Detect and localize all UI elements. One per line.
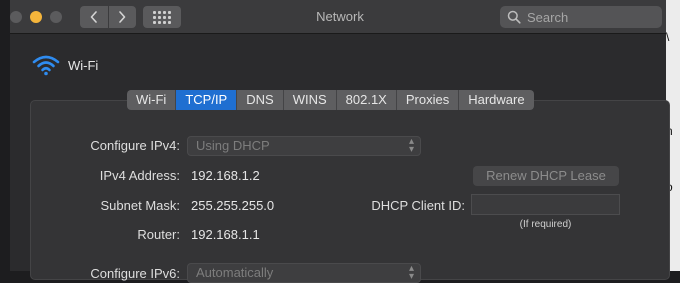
search-placeholder: Search (527, 9, 569, 25)
show-all-button[interactable] (143, 6, 181, 28)
background-glyph: \ (666, 30, 670, 44)
configure-ipv6-label: Configure IPv6: (90, 266, 180, 281)
dhcp-client-id-hint: (If required) (519, 219, 572, 230)
configure-ipv4-label: Configure IPv4: (90, 138, 180, 153)
tab-dns[interactable]: DNS (236, 90, 282, 110)
dhcp-client-id-input[interactable] (471, 194, 620, 215)
interface-header: Wi-Fi (32, 54, 98, 76)
search-field[interactable]: Search (500, 6, 662, 28)
subnet-mask-label: Subnet Mask: (100, 198, 181, 213)
wifi-icon (32, 55, 60, 76)
title-bar: Network Search (10, 0, 666, 34)
router-label: Router: (137, 227, 180, 242)
close-window-button[interactable] (10, 11, 22, 23)
router-value: 192.168.1.1 (191, 227, 260, 242)
configure-ipv4-select[interactable]: Using DHCP ▴ ▾ (187, 136, 421, 156)
minimize-window-button[interactable] (30, 11, 42, 23)
tab-tcpip[interactable]: TCP/IP (175, 90, 237, 110)
tab-bar: Wi-Fi TCP/IP DNS WINS 802.1X Proxies Har… (127, 90, 534, 110)
up-down-chevron-icon: ▴ ▾ (408, 263, 414, 282)
tab-hardware[interactable]: Hardware (458, 90, 533, 110)
tab-8021x[interactable]: 802.1X (335, 90, 396, 110)
dhcp-client-id-label: DHCP Client ID: (371, 198, 465, 213)
up-down-chevron-icon: ▴ ▾ (408, 136, 414, 155)
zoom-window-button[interactable] (50, 11, 62, 23)
ipv4-address-value: 192.168.1.2 (191, 168, 260, 183)
configure-ipv6-select[interactable]: Automatically ▴ ▾ (187, 263, 421, 283)
tab-wins[interactable]: WINS (282, 90, 336, 110)
forward-button[interactable] (107, 6, 137, 28)
show-all-grid-icon (153, 10, 171, 24)
window-title: Network (316, 9, 364, 24)
renew-dhcp-lease-button[interactable]: Renew DHCP Lease (473, 166, 619, 186)
interface-name: Wi-Fi (68, 57, 99, 73)
chevron-left-icon (90, 11, 97, 23)
navigation-buttons (80, 6, 136, 28)
configure-ipv4-value: Using DHCP (196, 138, 270, 153)
configure-ipv6-value: Automatically (196, 265, 274, 280)
ipv4-address-label: IPv4 Address: (99, 168, 180, 183)
search-icon (507, 10, 521, 24)
subnet-mask-value: 255.255.255.0 (191, 198, 275, 213)
chevron-right-icon (119, 11, 126, 23)
tab-proxies[interactable]: Proxies (395, 90, 458, 110)
settings-panel (30, 100, 670, 280)
network-preferences-window: Network Search Wi-Fi Wi-Fi TCP/IP DNS WI… (10, 0, 670, 283)
tab-wifi[interactable]: Wi-Fi (127, 90, 175, 110)
back-button[interactable] (80, 6, 108, 28)
